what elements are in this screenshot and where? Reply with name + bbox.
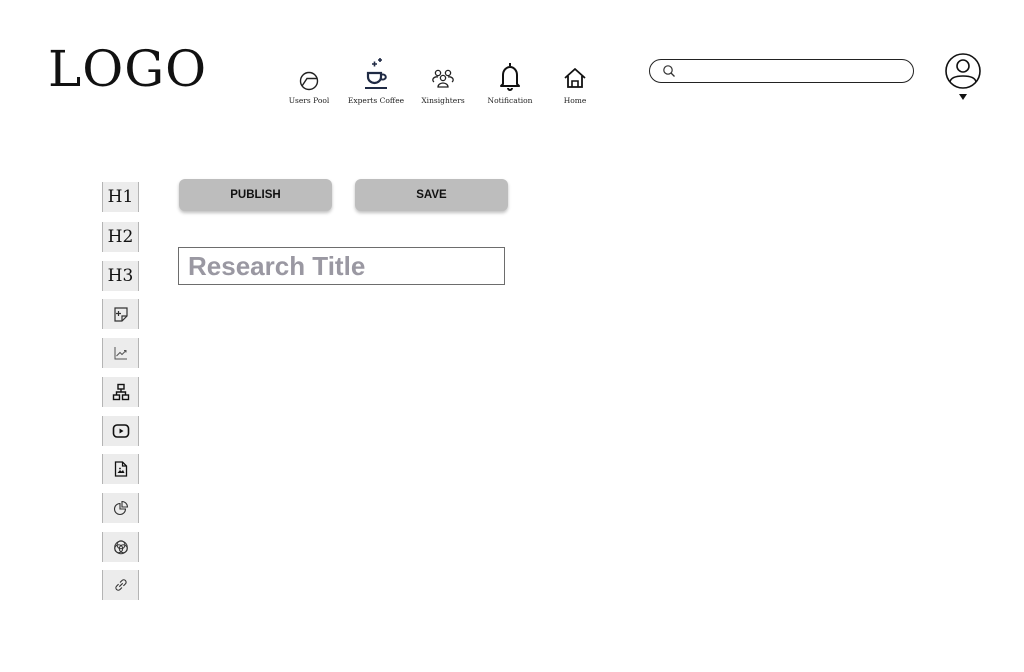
tool-link[interactable]	[102, 570, 139, 600]
nav-label: Users Pool	[288, 96, 330, 105]
tool-venn-diagram[interactable]	[102, 532, 139, 562]
venn-diagram-icon	[113, 540, 128, 555]
tool-h2[interactable]: H2	[102, 222, 139, 252]
tool-pie-chart[interactable]	[102, 493, 139, 523]
logo: LOGO	[48, 40, 208, 98]
tool-label: H1	[107, 187, 134, 207]
caret-down-icon[interactable]	[958, 93, 968, 101]
research-title-input[interactable]	[178, 247, 505, 285]
nav-experts-coffee[interactable]: Experts Coffee	[341, 56, 411, 105]
add-note-icon	[113, 307, 128, 322]
nav-label: Notification	[487, 96, 533, 105]
pie-chart-icon	[113, 500, 128, 516]
users-pool-icon	[299, 71, 319, 91]
tool-label: H3	[107, 266, 134, 286]
nav-users-pool[interactable]: Users Pool	[274, 56, 344, 105]
group-icon	[432, 69, 454, 88]
tool-line-chart[interactable]	[102, 338, 139, 368]
tool-label: H2	[107, 227, 134, 247]
home-icon	[564, 68, 586, 88]
bell-icon	[500, 63, 520, 91]
line-chart-icon	[114, 347, 127, 360]
link-icon	[114, 579, 127, 591]
image-file-icon	[114, 461, 127, 477]
nav-label: Home	[563, 96, 587, 105]
search-input[interactable]	[680, 62, 904, 82]
publish-button[interactable]: PUBLISH	[179, 179, 332, 211]
search-icon	[663, 65, 675, 77]
save-button[interactable]: SAVE	[355, 179, 508, 211]
search-bar[interactable]	[649, 59, 914, 83]
nav-xinsighters[interactable]: Xinsighters	[408, 56, 478, 105]
coffee-icon	[365, 58, 387, 89]
tool-h1[interactable]: H1	[102, 182, 139, 212]
tool-hierarchy[interactable]	[102, 377, 139, 407]
tool-video[interactable]	[102, 416, 139, 446]
video-icon	[112, 424, 129, 438]
nav-home[interactable]: Home	[540, 56, 610, 105]
hierarchy-icon	[112, 383, 129, 401]
nav-label: Experts Coffee	[347, 96, 405, 105]
user-avatar-icon[interactable]	[944, 52, 982, 90]
nav-notification[interactable]: Notification	[475, 56, 545, 105]
nav-label: Xinsighters	[421, 96, 465, 105]
tool-add-note[interactable]	[102, 299, 139, 329]
tool-h3[interactable]: H3	[102, 261, 139, 291]
tool-image-file[interactable]	[102, 454, 139, 484]
